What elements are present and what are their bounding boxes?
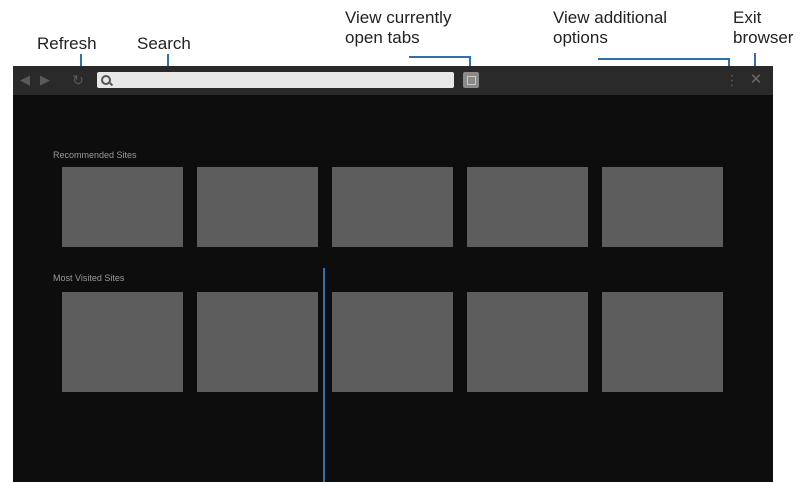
- recommended-site-tile[interactable]: [602, 167, 723, 247]
- tabs-callout-line-2: open tabs: [345, 28, 420, 47]
- most-visited-site-tile[interactable]: [332, 292, 453, 392]
- exit-callout-line-2: browser: [733, 28, 794, 47]
- content-area-leader: [323, 268, 325, 482]
- back-icon[interactable]: ◀: [19, 71, 31, 89]
- search-icon: [101, 75, 111, 85]
- browser-window: ◀ ▶ ↻ ⋮ ✕ Recommended Sites Most Visited…: [13, 66, 773, 482]
- most-visited-site-tile[interactable]: [467, 292, 588, 392]
- exit-callout-line-1: Exit: [733, 8, 762, 27]
- browser-toolbar: ◀ ▶ ↻ ⋮ ✕: [13, 66, 773, 95]
- most-visited-sites-label: Most Visited Sites: [53, 273, 125, 283]
- recommended-site-tile[interactable]: [467, 167, 588, 247]
- tabs-leader-horizontal: [409, 56, 471, 58]
- options-leader-horizontal: [598, 58, 730, 60]
- options-callout: View additional options: [553, 8, 667, 48]
- most-visited-site-tile[interactable]: [602, 292, 723, 392]
- search-bar[interactable]: [97, 72, 454, 88]
- refresh-icon[interactable]: ↻: [71, 71, 85, 89]
- recommended-site-tile[interactable]: [62, 167, 183, 247]
- tabs-button[interactable]: [463, 72, 479, 88]
- recommended-sites-label: Recommended Sites: [53, 150, 137, 160]
- recommended-site-tile[interactable]: [197, 167, 318, 247]
- close-icon[interactable]: ✕: [749, 71, 763, 89]
- exit-callout: Exit browser: [733, 8, 793, 48]
- forward-icon[interactable]: ▶: [39, 71, 51, 89]
- options-callout-line-2: options: [553, 28, 608, 47]
- recommended-site-tile[interactable]: [332, 167, 453, 247]
- most-visited-site-tile[interactable]: [62, 292, 183, 392]
- most-visited-site-tile[interactable]: [197, 292, 318, 392]
- search-callout: Search: [137, 34, 191, 53]
- tabs-callout: View currently open tabs: [345, 8, 451, 48]
- options-menu-icon[interactable]: ⋮: [725, 71, 739, 89]
- refresh-callout: Refresh: [37, 34, 97, 53]
- tabs-callout-line-1: View currently: [345, 8, 452, 27]
- search-input[interactable]: [113, 72, 443, 88]
- options-callout-line-1: View additional: [553, 8, 668, 27]
